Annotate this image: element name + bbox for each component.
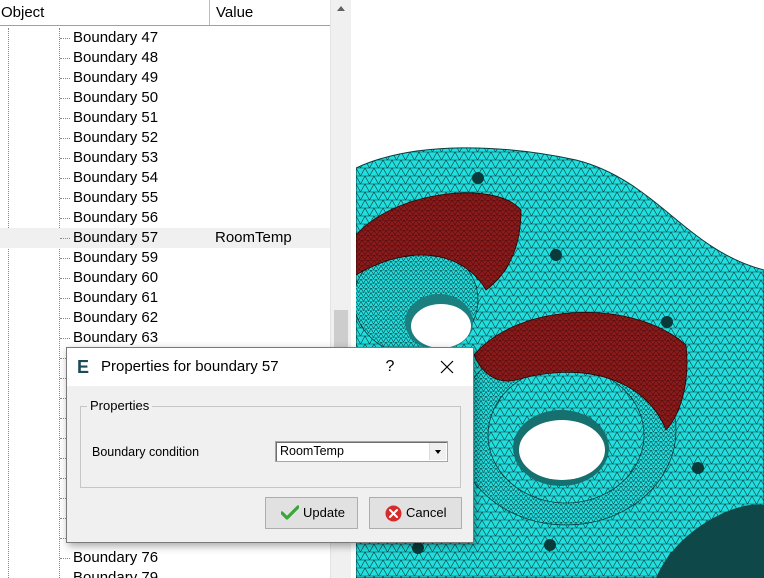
tree-row-label: Boundary 49 — [73, 69, 159, 86]
tree-branch-line — [60, 338, 70, 339]
tree-branch-line — [60, 218, 70, 219]
tree-row-label: Boundary 76 — [73, 549, 159, 566]
tree-branch-line — [60, 178, 70, 179]
boundary-condition-select[interactable]: RoomTemp — [275, 441, 448, 462]
tree-row-label: Boundary 51 — [73, 109, 159, 126]
tree-row[interactable]: Boundary 57 RoomTemp — [0, 228, 330, 248]
tree-row[interactable]: Boundary 49 — [0, 68, 330, 88]
column-header-value[interactable]: Value — [210, 0, 330, 25]
properties-dialog: E Properties for boundary 57 ? Propertie… — [66, 347, 474, 543]
tree-row-label: Boundary 48 — [73, 49, 159, 66]
dropdown-arrow-icon[interactable] — [429, 443, 446, 460]
tree-row[interactable]: Boundary 62 — [0, 308, 330, 328]
tree-branch-line — [60, 318, 70, 319]
dialog-titlebar[interactable]: E Properties for boundary 57 ? — [67, 348, 473, 386]
tree-row[interactable]: Boundary 47 — [0, 28, 330, 48]
properties-group-title: Properties — [87, 399, 153, 413]
tree-branch-line — [60, 138, 70, 139]
cancel-button[interactable]: Cancel — [369, 497, 462, 529]
tree-row-label: Boundary 54 — [73, 169, 159, 186]
tree-row[interactable]: Boundary 76 — [0, 548, 330, 568]
tree-row-label: Boundary 55 — [73, 189, 159, 206]
tree-row-label: Boundary 60 — [73, 269, 159, 286]
tree-row[interactable]: Boundary 55 — [0, 188, 330, 208]
tree-row-label: Boundary 57 — [73, 229, 159, 246]
tree-branch-line — [60, 238, 70, 239]
tree-header: Object Value — [0, 0, 330, 26]
mesh-small-hole — [412, 542, 424, 554]
tree-row-label: Boundary 61 — [73, 289, 159, 306]
tree-branch-line — [60, 258, 70, 259]
tree-branch-line — [60, 118, 70, 119]
tree-branch-line — [60, 278, 70, 279]
mesh-hole — [411, 304, 471, 348]
update-button[interactable]: Update — [265, 497, 358, 529]
tree-row[interactable]: Boundary 63 — [0, 328, 330, 348]
scroll-thumb[interactable] — [334, 310, 348, 350]
tree-row-label: Boundary 52 — [73, 129, 159, 146]
tree-branch-line — [60, 78, 70, 79]
tree-row[interactable]: Boundary 51 — [0, 108, 330, 128]
close-icon — [440, 360, 454, 374]
tree-branch-line — [60, 298, 70, 299]
boundary-condition-label: Boundary condition — [92, 445, 200, 459]
app-logo-icon: E — [77, 357, 90, 377]
mesh-small-hole — [661, 316, 673, 328]
tree-row[interactable]: Boundary 60 — [0, 268, 330, 288]
tree-branch-line — [60, 98, 70, 99]
tree-row-label: Boundary 47 — [73, 29, 159, 46]
tree-branch-line — [60, 158, 70, 159]
cancel-button-label: Cancel — [406, 505, 447, 520]
tree-branch-line — [60, 58, 70, 59]
dialog-title: Properties for boundary 57 — [101, 358, 279, 375]
scroll-up-arrow-icon[interactable] — [331, 0, 351, 18]
tree-row-value: RoomTemp — [215, 229, 292, 246]
mesh-small-hole — [544, 539, 556, 551]
tree-row-label: Boundary 59 — [73, 249, 159, 266]
close-button[interactable] — [429, 352, 465, 382]
tree-row-label: Boundary 50 — [73, 89, 159, 106]
mesh-hole — [519, 420, 605, 480]
tree-row-label: Boundary 79 — [73, 569, 159, 578]
tree-row-label: Boundary 56 — [73, 209, 159, 226]
tree-row[interactable]: Boundary 52 — [0, 128, 330, 148]
tree-row[interactable]: Boundary 61 — [0, 288, 330, 308]
tree-row[interactable]: Boundary 59 — [0, 248, 330, 268]
tree-row[interactable]: Boundary 48 — [0, 48, 330, 68]
tree-row-label: Boundary 63 — [73, 329, 159, 346]
tree-row-label: Boundary 62 — [73, 309, 159, 326]
help-button[interactable]: ? — [375, 352, 405, 382]
checkmark-icon — [281, 505, 299, 520]
tree-branch-line — [60, 198, 70, 199]
mesh-small-hole — [472, 172, 484, 184]
tree-row-label: Boundary 53 — [73, 149, 159, 166]
tree-row[interactable]: Boundary 53 — [0, 148, 330, 168]
boundary-condition-value: RoomTemp — [280, 444, 344, 458]
mesh-small-hole — [550, 249, 562, 261]
tree-branch-line — [60, 38, 70, 39]
tree-row[interactable]: Boundary 79 — [0, 568, 330, 578]
tree-row[interactable]: Boundary 54 — [0, 168, 330, 188]
update-button-label: Update — [303, 505, 345, 520]
cancel-icon — [385, 505, 402, 522]
tree-row[interactable]: Boundary 50 — [0, 88, 330, 108]
mesh-small-hole — [692, 462, 704, 474]
tree-row[interactable]: Boundary 56 — [0, 208, 330, 228]
column-header-object[interactable]: Object — [0, 0, 210, 25]
tree-branch-line — [60, 558, 70, 559]
